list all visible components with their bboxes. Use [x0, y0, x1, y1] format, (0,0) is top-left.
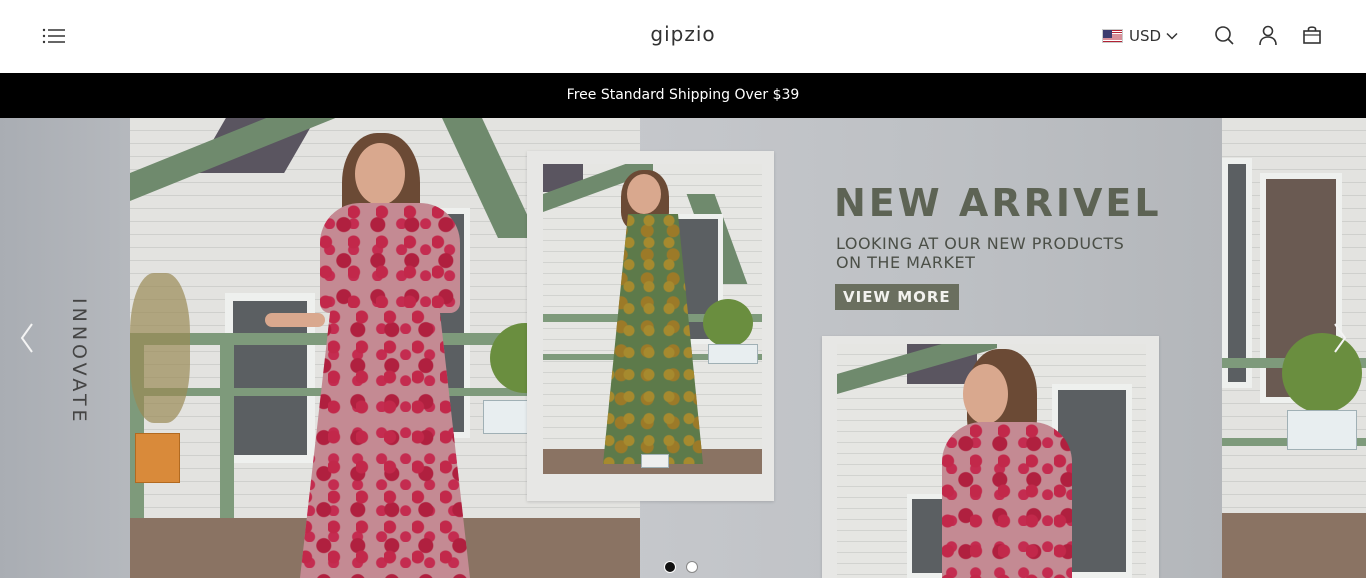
- us-flag-icon: [1102, 29, 1123, 43]
- currency-label: USD: [1129, 27, 1162, 45]
- slider-pagination: [664, 561, 698, 573]
- hero-headline: NEW ARRIVEL: [834, 181, 1162, 225]
- slider-prev-arrow[interactable]: [12, 318, 42, 358]
- slider-next-arrow[interactable]: [1325, 318, 1355, 358]
- hero-subline-2: ON THE MARKET: [836, 253, 976, 272]
- site-header: gipzio USD: [0, 0, 1366, 73]
- chevron-down-icon: [1166, 32, 1178, 40]
- hero-vertical-text: INNOVATE: [68, 298, 90, 426]
- cart-icon[interactable]: [1301, 24, 1323, 46]
- hero-slider: NEW ARRIVEL LOOKING AT OUR NEW PRODUCTS …: [0, 118, 1366, 578]
- search-icon[interactable]: [1213, 24, 1235, 46]
- hero-subline-1: LOOKING AT OUR NEW PRODUCTS: [836, 234, 1125, 253]
- announcement-text: Free Standard Shipping Over $39: [566, 87, 800, 103]
- announcement-bar: Free Standard Shipping Over $39: [0, 73, 1366, 118]
- slider-dot-1[interactable]: [664, 561, 676, 573]
- slider-dot-2[interactable]: [686, 561, 698, 573]
- account-icon[interactable]: [1257, 24, 1279, 46]
- model-pink-dress: [265, 133, 470, 578]
- currency-selector[interactable]: USD: [1102, 25, 1178, 47]
- photo-card-pink-dress-closeup: [822, 336, 1159, 578]
- photo-card-green-dress: [527, 151, 774, 501]
- hero-text-panel: NEW ARRIVEL LOOKING AT OUR NEW PRODUCTS …: [822, 178, 1182, 338]
- view-more-button[interactable]: VIEW MORE: [835, 284, 959, 310]
